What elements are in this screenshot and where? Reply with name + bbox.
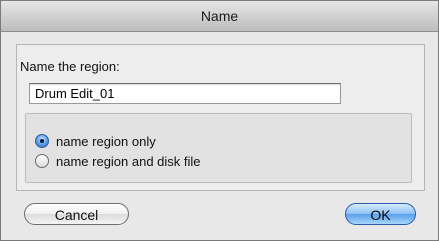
dialog-title: Name [1, 1, 438, 32]
cancel-button[interactable]: Cancel [24, 203, 129, 225]
radio-unselected-icon[interactable] [35, 154, 49, 168]
name-dialog: Name Name the region: name region only n… [0, 0, 439, 241]
radio-selected-icon[interactable] [35, 134, 49, 148]
region-name-input[interactable] [29, 83, 341, 104]
radio-label: name region and disk file [56, 153, 201, 169]
ok-button[interactable]: OK [345, 203, 416, 225]
radio-name-region-and-disk-file[interactable]: name region and disk file [35, 152, 201, 170]
radio-label: name region only [56, 133, 156, 149]
prompt-label: Name the region: [20, 59, 120, 74]
radio-name-region-only[interactable]: name region only [35, 132, 156, 150]
